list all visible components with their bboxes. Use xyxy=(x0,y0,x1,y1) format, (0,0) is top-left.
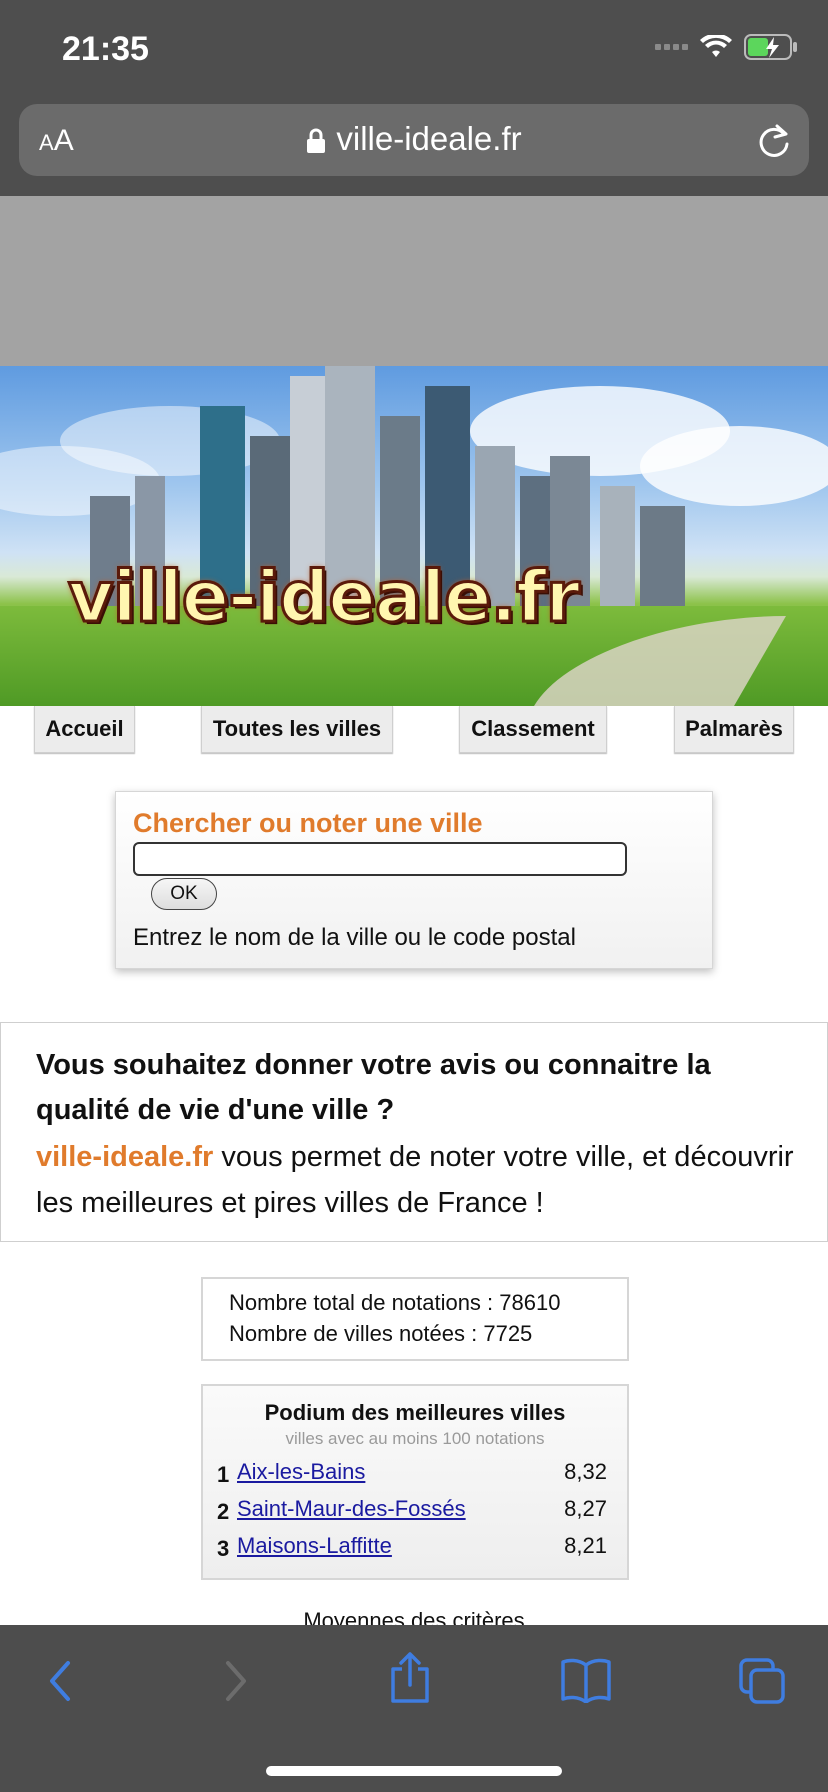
site-banner[interactable]: ville-ideale.fr xyxy=(0,366,828,706)
home-indicator[interactable] xyxy=(266,1766,562,1776)
intro-brand: ville-ideale.fr xyxy=(36,1141,214,1173)
podium-row: 1 Aix-les-Bains 8,32 xyxy=(217,1459,607,1489)
podium-city-link[interactable]: Maisons-Laffitte xyxy=(237,1533,392,1559)
main-nav: Accueil Toutes les villes Classement Pal… xyxy=(0,706,828,756)
stats-box: Nombre total de notations : 78610 Nombre… xyxy=(201,1277,629,1361)
city-search-box: Chercher ou noter une ville OK Entrez le… xyxy=(115,791,713,969)
search-hint: Entrez le nom de la ville ou le code pos… xyxy=(133,924,576,951)
url-bar[interactable]: AA ville-ideale.fr xyxy=(19,104,809,176)
url-display[interactable]: ville-ideale.fr xyxy=(19,120,809,158)
ad-placeholder xyxy=(0,196,828,366)
lock-icon xyxy=(307,128,326,154)
tabs-icon[interactable] xyxy=(738,1657,786,1705)
wifi-icon xyxy=(700,35,732,57)
city-search-input[interactable] xyxy=(133,842,627,876)
podium-box: Podium des meilleures villes villes avec… xyxy=(201,1384,629,1580)
banner-logo-text: ville-ideale.fr xyxy=(67,555,582,640)
podium-row: 3 Maisons-Laffitte 8,21 xyxy=(217,1533,607,1563)
browser-top-chrome: 21:35 AA ville-ideale.fr xyxy=(0,0,828,196)
search-ok-button[interactable]: OK xyxy=(151,878,217,910)
podium-rank: 2 xyxy=(217,1499,230,1524)
podium-row: 2 Saint-Maur-des-Fossés 8,27 xyxy=(217,1496,607,1526)
podium-score: 8,32 xyxy=(564,1459,607,1484)
podium-score: 8,21 xyxy=(564,1533,607,1558)
reload-icon[interactable] xyxy=(757,122,791,158)
intro-box: Vous souhaitez donner votre avis ou conn… xyxy=(0,1022,828,1242)
battery-charging-icon xyxy=(744,34,797,60)
nav-classement[interactable]: Classement xyxy=(459,706,607,753)
podium-city-link[interactable]: Saint-Maur-des-Fossés xyxy=(237,1496,466,1522)
nav-accueil[interactable]: Accueil xyxy=(34,706,135,753)
bookmarks-icon[interactable] xyxy=(560,1657,612,1703)
nav-palmares[interactable]: Palmarès xyxy=(674,706,794,753)
intro-question: Vous souhaitez donner votre avis ou conn… xyxy=(36,1049,711,1126)
nav-toutes-les-villes[interactable]: Toutes les villes xyxy=(201,706,393,753)
podium-city-link[interactable]: Aix-les-Bains xyxy=(237,1459,365,1485)
podium-rank: 3 xyxy=(217,1536,230,1561)
share-icon[interactable] xyxy=(388,1651,432,1705)
url-text: ville-ideale.fr xyxy=(336,120,522,157)
back-icon[interactable] xyxy=(42,1657,78,1705)
stat-rated-cities: Nombre de villes notées : 7725 xyxy=(229,1321,533,1346)
podium-subtitle: villes avec au moins 100 notations xyxy=(285,1429,545,1448)
search-title: Chercher ou noter une ville xyxy=(133,808,483,838)
cellular-signal-icon xyxy=(655,44,688,50)
stat-total-ratings: Nombre total de notations : 78610 xyxy=(229,1290,561,1315)
podium-title: Podium des meilleures villes xyxy=(264,1400,566,1425)
podium-rank: 1 xyxy=(217,1462,230,1487)
status-time: 21:35 xyxy=(62,30,149,68)
podium-score: 8,27 xyxy=(564,1496,607,1521)
intro-description: ville-ideale.fr vous permet de noter vot… xyxy=(36,1141,794,1219)
forward-icon[interactable] xyxy=(218,1657,254,1705)
status-icons xyxy=(655,34,798,60)
